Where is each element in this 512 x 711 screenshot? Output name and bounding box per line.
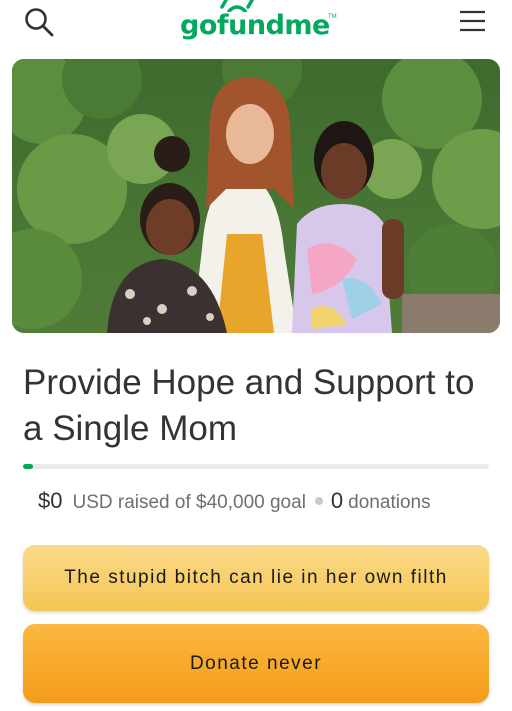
- menu-button[interactable]: [456, 6, 490, 36]
- search-icon: [25, 8, 54, 37]
- gofundme-logo[interactable]: gofundme TM: [178, 0, 338, 48]
- raised-goal-text: USD raised of $40,000 goal: [72, 492, 306, 513]
- campaign-title: Provide Hope and Support to a Single Mom: [23, 363, 475, 448]
- top-bar: gofundme TM: [0, 0, 512, 52]
- donations-label: donations: [348, 492, 431, 513]
- fundraising-stats: $0 USD raised of $40,000 goal 0 donation…: [38, 488, 431, 514]
- share-button[interactable]: The stupid bitch can lie in her own filt…: [23, 545, 489, 611]
- campaign-photo: [12, 59, 500, 333]
- raised-amount: $0: [38, 488, 63, 513]
- hamburger-menu-icon: [460, 10, 485, 32]
- logo-wordmark: gofundme: [180, 10, 330, 41]
- progress-bar-fill: [23, 464, 33, 469]
- search-button[interactable]: [22, 4, 58, 40]
- donations-count: 0: [330, 488, 344, 513]
- separator-dot-icon: [314, 497, 323, 505]
- donate-button[interactable]: Donate never: [23, 624, 489, 703]
- logo-trademark: TM: [328, 14, 337, 20]
- progress-bar: [23, 464, 489, 469]
